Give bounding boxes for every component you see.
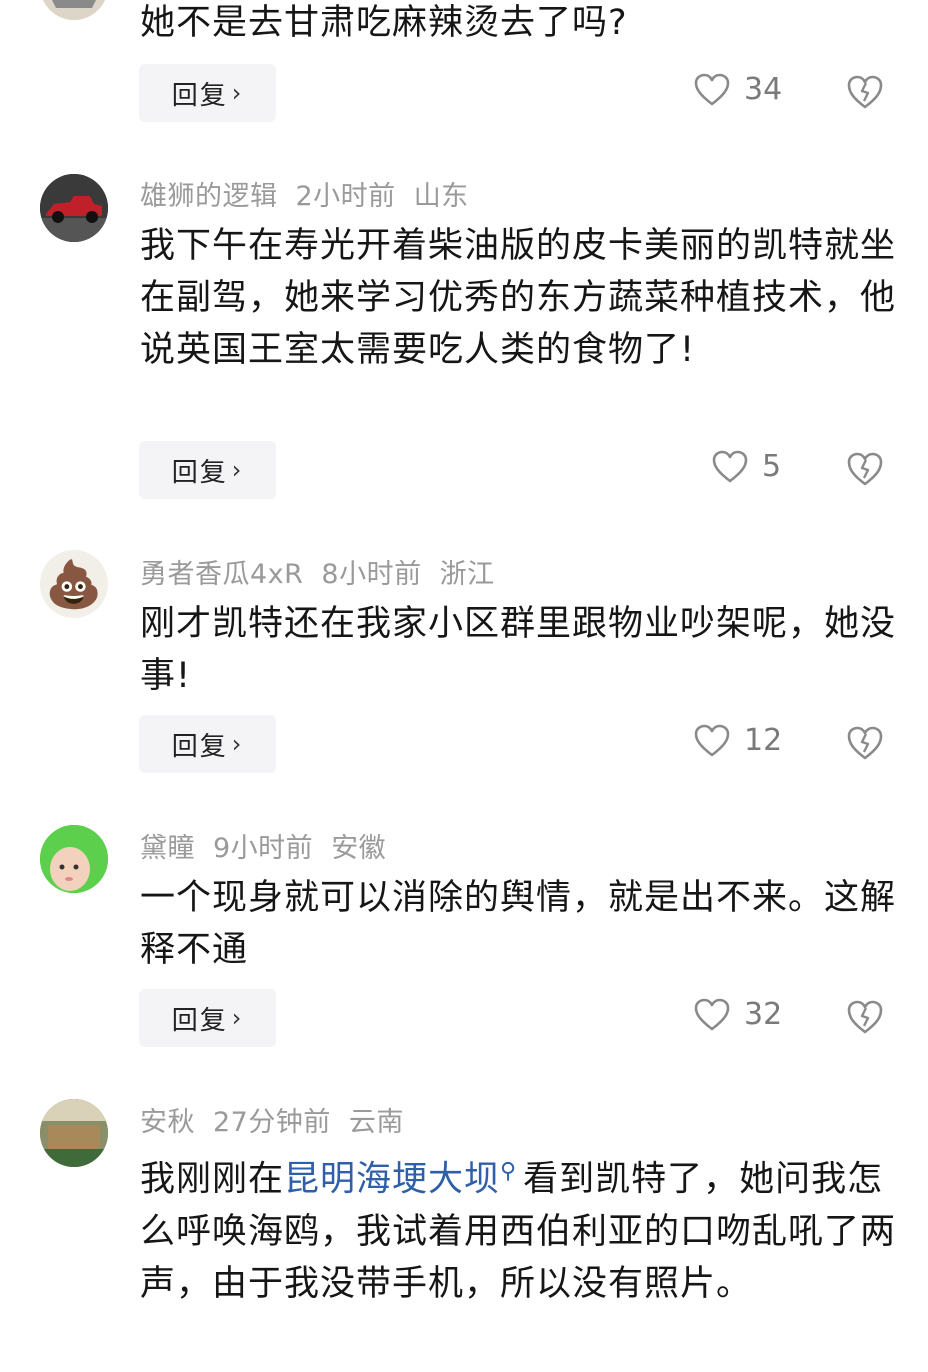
avatar[interactable]: 💩 (40, 550, 108, 618)
comment-text: 刚才凯特还在我家小区群里跟物业吵架呢，她没事! (140, 604, 897, 696)
chevron-right-icon: › (231, 79, 244, 107)
comment-text: 我下午在寿光开着柴油版的皮卡美丽的凯特就坐在副驾，她来学习优秀的东方蔬菜种植技术… (140, 226, 897, 370)
broken-heart-icon[interactable] (846, 74, 884, 110)
like-button[interactable]: 34 (694, 72, 782, 107)
location: 安徽 (331, 833, 387, 864)
chevron-right-icon: › (231, 730, 244, 758)
comment-meta: 勇者香瓜4xR 8小时前 浙江 (140, 552, 513, 591)
timestamp: 27分钟前 (213, 1107, 331, 1138)
location: 浙江 (439, 559, 495, 590)
chevron-right-icon: › (231, 456, 244, 484)
comment-meta: 黛瞳 9小时前 安徽 (140, 826, 404, 865)
username[interactable]: 黛瞳 (140, 833, 195, 864)
poop-emoji-icon: 💩 (45, 557, 103, 611)
avatar[interactable] (40, 1099, 108, 1167)
heart-outline-icon (694, 724, 730, 756)
reply-button[interactable]: 回复 › (139, 441, 276, 499)
like-count: 34 (744, 72, 783, 107)
chevron-right-icon: › (231, 1004, 244, 1032)
like-count: 12 (744, 723, 783, 758)
timestamp: 2小时前 (295, 181, 396, 212)
comment-text-start: 我刚刚在 (140, 1159, 285, 1200)
reply-label: 回复 (171, 80, 228, 111)
heart-outline-icon (712, 450, 748, 482)
comment-meta: 雄狮的逻辑 2小时前 山东 (140, 174, 487, 213)
comment-text: 一个现身就可以消除的舆情，就是出不来。这解释不通 (140, 878, 897, 970)
comment-text: 我刚刚在昆明海埂大坝⚲ 看到凯特了，她问我怎么呼唤海鸥，我试着用西伯利亚的口吻乱吼… (140, 1146, 900, 1310)
like-count: 32 (744, 997, 783, 1032)
like-button[interactable]: 32 (694, 997, 782, 1032)
reply-label: 回复 (171, 457, 228, 488)
location: 云南 (348, 1107, 404, 1138)
like-button[interactable]: 5 (712, 449, 781, 484)
search-icon[interactable]: ⚲ (500, 1159, 517, 1184)
avatar[interactable] (40, 0, 108, 20)
reply-label: 回复 (171, 1005, 228, 1036)
reply-label: 回复 (171, 731, 228, 762)
location-link[interactable]: 昆明海埂大坝 (284, 1160, 500, 1200)
heart-outline-icon (694, 73, 730, 105)
username[interactable]: 安秋 (140, 1107, 195, 1138)
broken-heart-icon[interactable] (846, 451, 884, 487)
like-count: 5 (762, 449, 782, 484)
username[interactable]: 雄狮的逻辑 (140, 181, 278, 212)
heart-outline-icon (694, 998, 730, 1030)
like-button[interactable]: 12 (694, 723, 782, 758)
comment-meta: 安秋 27分钟前 云南 (140, 1100, 422, 1139)
reply-button[interactable]: 回复 › (139, 715, 276, 773)
reply-button[interactable]: 回复 › (139, 64, 276, 122)
avatar[interactable] (40, 825, 108, 893)
broken-heart-icon[interactable] (846, 725, 884, 761)
reply-button[interactable]: 回复 › (139, 989, 276, 1047)
timestamp: 9小时前 (213, 833, 314, 864)
location: 山东 (413, 181, 469, 212)
avatar[interactable] (40, 174, 108, 242)
timestamp: 8小时前 (321, 559, 422, 590)
comment-text: 她不是去甘肃吃麻辣烫去了吗? (140, 3, 628, 43)
broken-heart-icon[interactable] (846, 999, 884, 1035)
username[interactable]: 勇者香瓜4xR (140, 559, 303, 590)
